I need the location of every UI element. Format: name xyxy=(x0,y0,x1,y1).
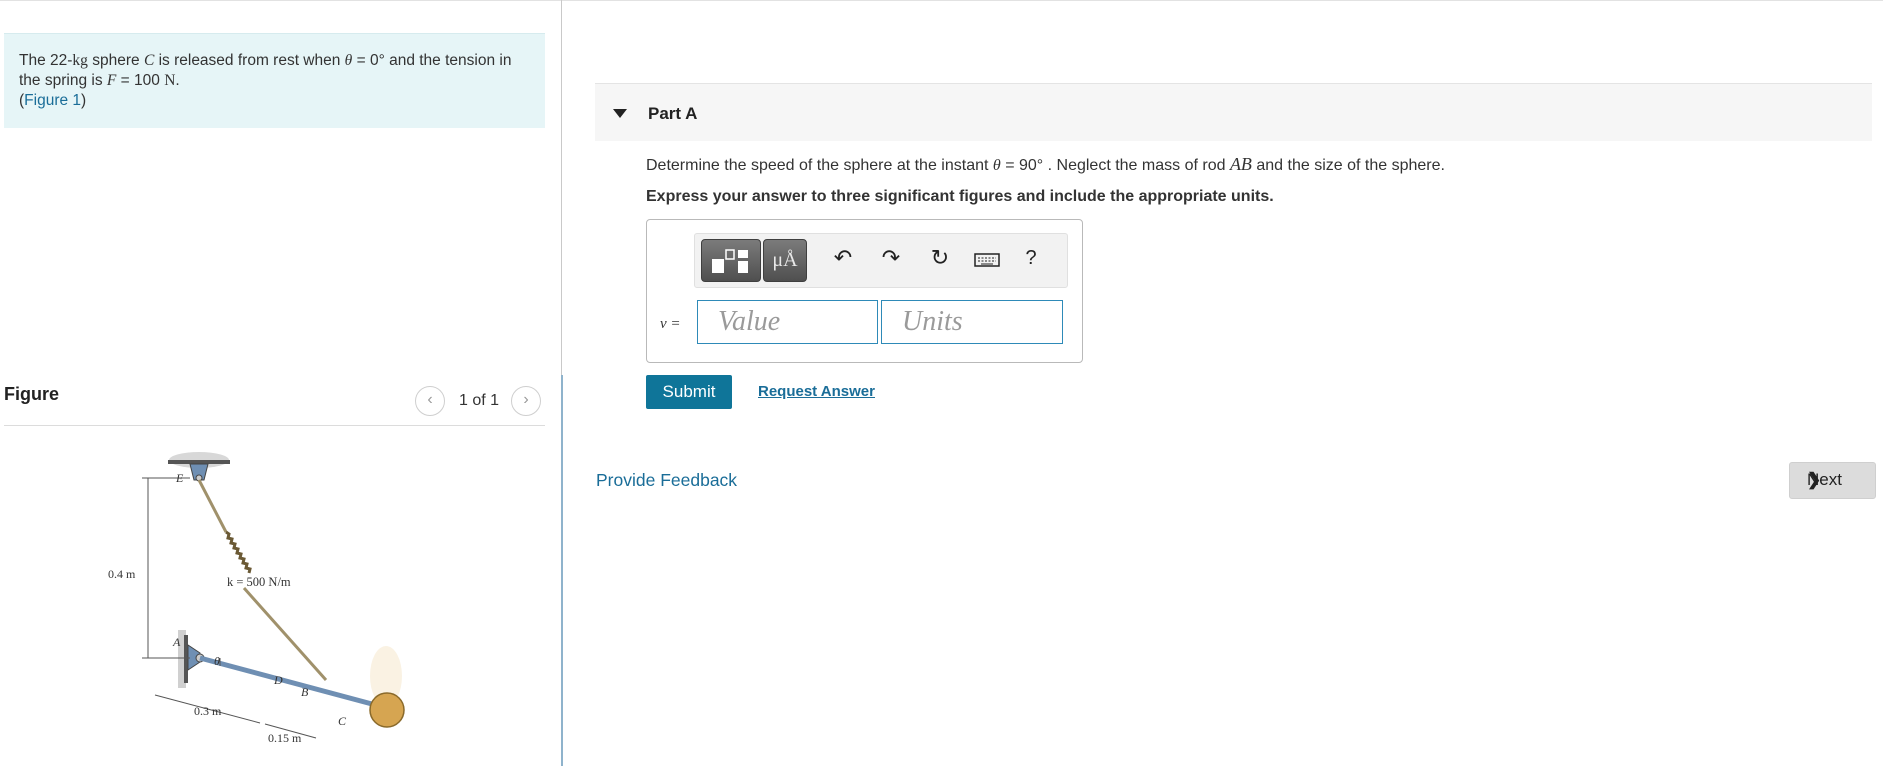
label-d: D xyxy=(273,673,283,687)
caret-down-icon[interactable] xyxy=(613,109,627,118)
question-text: Determine the speed of the sphere at the… xyxy=(646,154,1445,175)
chevron-left-icon: ‹ xyxy=(427,391,433,408)
label-height: 0.4 m xyxy=(108,567,136,581)
label-spring: k = 500 N/m xyxy=(227,575,291,589)
provide-feedback-link[interactable]: Provide Feedback xyxy=(596,470,737,491)
sphere-symbol: C xyxy=(143,52,155,69)
problem-text: The 22-kg sphere C is released from rest… xyxy=(19,51,519,111)
figure-header: Figure xyxy=(4,384,60,404)
wall-plate xyxy=(184,635,188,683)
instruction-text: Express your answer to three significant… xyxy=(646,188,1274,205)
sphere-c xyxy=(369,692,405,728)
keyboard-icon[interactable] xyxy=(972,249,1002,273)
question-theta: θ xyxy=(992,157,1001,174)
problem-text-5: = 100 xyxy=(116,72,165,89)
figure-link[interactable]: Figure 1 xyxy=(24,92,81,109)
part-a-header[interactable]: Part A xyxy=(595,83,1872,141)
question-text-3: and the size of the sphere. xyxy=(1251,157,1445,174)
mass-unit: kg xyxy=(72,52,88,69)
problem-text-2: sphere xyxy=(87,52,144,69)
templates-icon xyxy=(712,249,748,273)
chevron-right-icon: › xyxy=(523,391,529,408)
request-answer-link[interactable]: Request Answer xyxy=(758,383,875,400)
pane-divider-accent xyxy=(561,375,563,766)
math-toolbar: μÅ ↶ ↷ ↻ ? xyxy=(694,233,1068,288)
submit-button[interactable]: Submit xyxy=(646,375,732,409)
force-unit: N xyxy=(164,72,176,89)
question-text-1: Determine the speed of the sphere at the… xyxy=(646,157,993,174)
problem-text-3: is released from rest when xyxy=(154,52,345,69)
label-b: B xyxy=(301,685,309,699)
cord-upper xyxy=(197,479,228,533)
label-e: E xyxy=(175,471,184,485)
question-text-2: = 90° . Neglect the mass of rod xyxy=(1000,157,1230,174)
help-icon[interactable]: ? xyxy=(1016,246,1046,270)
next-figure-button[interactable]: › xyxy=(511,386,541,416)
part-title: Part A xyxy=(648,104,698,123)
force-symbol: F xyxy=(106,72,117,89)
figure-link-close: ) xyxy=(81,92,87,109)
undo-icon[interactable]: ↶ xyxy=(828,246,858,270)
cord-lower xyxy=(242,587,328,681)
problem-pane: The 22-kg sphere C is released from rest… xyxy=(0,0,562,766)
problem-statement: The 22-kg sphere C is released from rest… xyxy=(4,33,545,128)
templates-button[interactable] xyxy=(701,239,761,282)
keyboard-icon-graphic xyxy=(974,253,1000,267)
label-03m: 0.3 m xyxy=(194,704,222,718)
label-c: C xyxy=(338,714,347,728)
units-button[interactable]: μÅ xyxy=(763,239,807,282)
rod-symbol: AB xyxy=(1229,154,1252,174)
problem-text-1: The 22- xyxy=(19,52,73,69)
redo-icon[interactable]: ↷ xyxy=(876,246,906,270)
prev-figure-button[interactable]: ‹ xyxy=(415,386,445,416)
next-button[interactable]: Next ❯ xyxy=(1789,462,1876,499)
label-theta: θ xyxy=(214,654,220,668)
figure-divider xyxy=(4,425,545,426)
units-label: μÅ xyxy=(772,249,798,271)
answer-box: μÅ ↶ ↷ ↻ ? v = xyxy=(646,219,1083,363)
chevron-right-icon: ❯ xyxy=(1807,470,1822,489)
value-input[interactable] xyxy=(697,300,878,344)
reset-icon[interactable]: ↻ xyxy=(925,246,955,270)
rod-ab xyxy=(199,655,388,711)
label-015m: 0.15 m xyxy=(268,731,302,745)
problem-text-6: . xyxy=(175,72,180,89)
ceiling-plate xyxy=(168,460,230,464)
answer-variable-label: v = xyxy=(660,316,681,332)
spring xyxy=(225,530,252,574)
units-input[interactable] xyxy=(881,300,1063,344)
label-a: A xyxy=(172,635,181,649)
figure-page-count: 1 of 1 xyxy=(459,392,500,409)
figure-diagram: E A D B C θ 0.4 m k = 500 N/m 0.3 m 0.15… xyxy=(108,452,405,745)
